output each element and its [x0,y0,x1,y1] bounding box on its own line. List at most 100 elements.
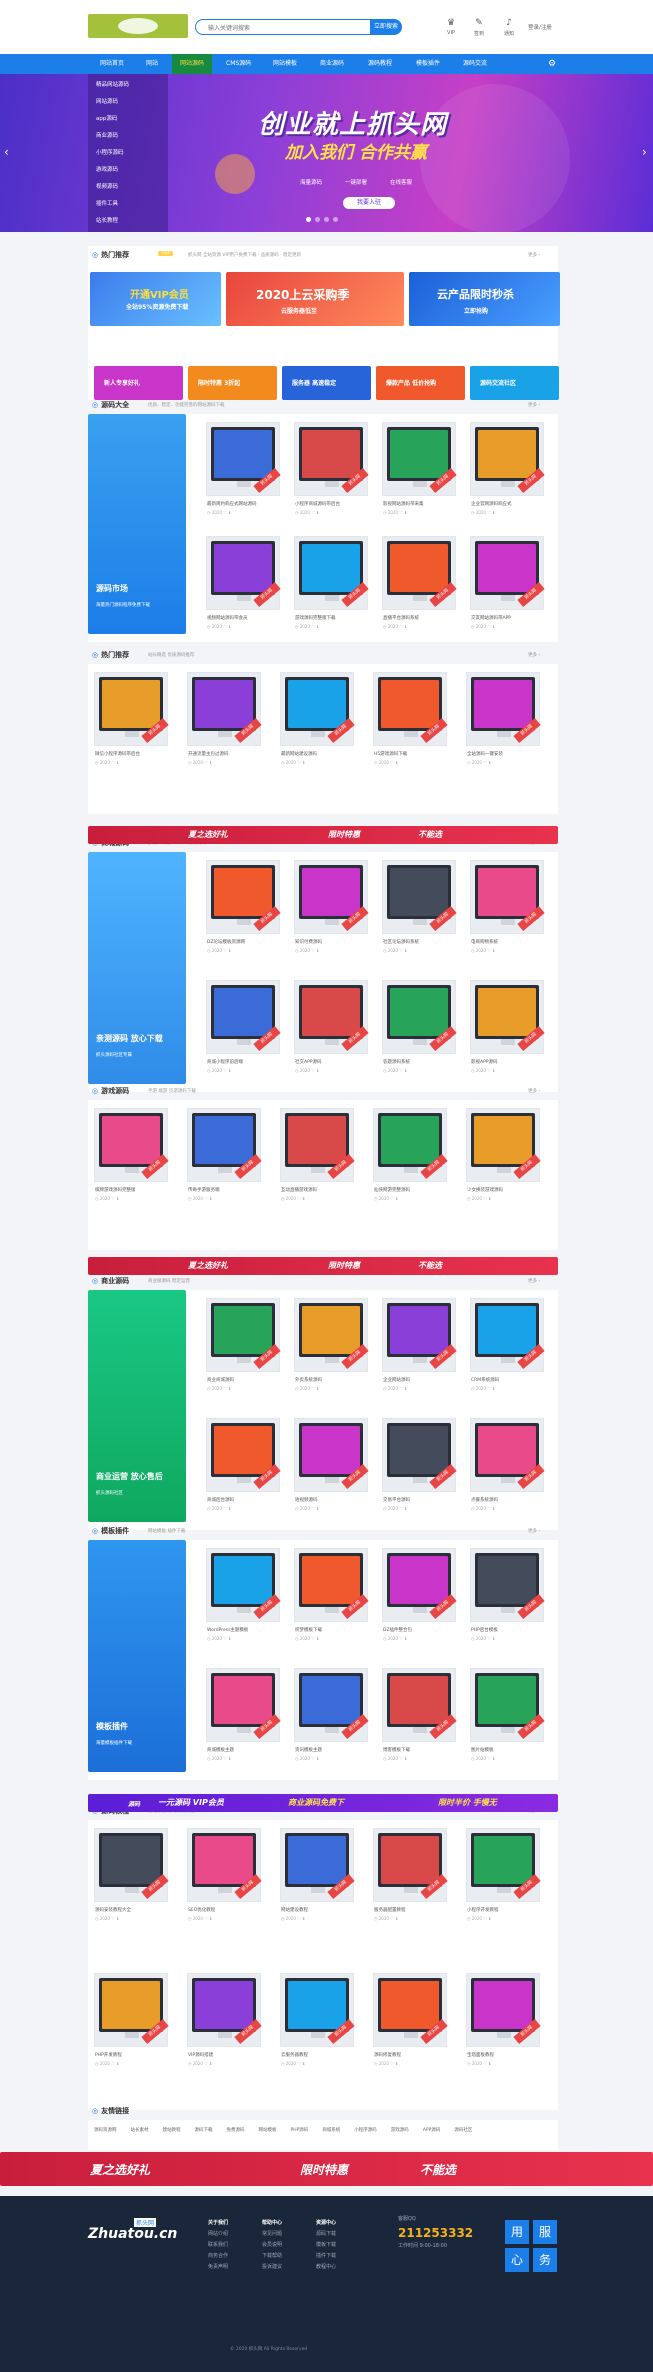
card-title[interactable]: 商城后台源码 [207,1497,281,1503]
card-title[interactable]: 微信小程序源码带后台 [95,751,169,757]
card-title[interactable]: 开通流量主包过源码 [188,751,262,757]
vip-icon[interactable]: ♛ VIP [440,18,462,36]
card-title[interactable]: 短视频源码 [295,1497,369,1503]
card-title[interactable]: WordPress主题模板 [207,1627,281,1633]
product-card[interactable]: 抓头网 全站源码一键安装 ◷ 2020 ♡ ⬇ [466,672,541,765]
link-item[interactable]: PHP源码 [291,2128,309,2133]
card-title[interactable]: CRM系统源码 [471,1377,545,1383]
link-item[interactable]: APP源码 [423,2128,441,2133]
more-link[interactable]: 更多 › [528,252,540,258]
card-title[interactable]: 知识付费源码 [295,939,369,945]
sidebar-item[interactable]: 网站源码 [96,97,118,105]
product-card[interactable]: 抓头网 影视APP源码 ◷ 2020 ♡ ⬇ [470,980,545,1073]
nav-item[interactable]: 模板插件 [408,54,448,74]
tag-icon[interactable]: ✎ 签到 [468,18,490,37]
product-card[interactable]: 抓头网 宝塔面板教程 ◷ 2020 ♡ ⬇ [466,1973,541,2066]
prev-arrow-icon[interactable]: ‹ [4,145,9,159]
product-card[interactable]: 抓头网 DZ插件整合包 ◷ 2020 ♡ ⬇ [382,1548,457,1641]
section-side-banner[interactable]: 亲测源码 放心下载 抓头源码社区专属 [88,852,186,1084]
nav-item[interactable]: 网站 [138,54,166,74]
link-item[interactable]: 源码下载 [195,2128,213,2133]
product-card[interactable]: 抓头网 商城模板主题 ◷ 2020 ♡ ⬇ [206,1668,281,1761]
card-title[interactable]: 图片站模板 [471,1747,545,1753]
card-title[interactable]: 电商购物系统 [471,939,545,945]
product-card[interactable]: 抓头网 小程序开发教程 ◷ 2020 ♡ ⬇ [466,1828,541,1921]
product-card[interactable]: 抓头网 最新简约响应式网站源码 ◷ 2020 ♡ ⬇ [206,422,281,515]
card-title[interactable]: 宝塔面板教程 [467,2052,541,2058]
product-card[interactable]: 抓头网 源码安装教程大全 ◷ 2020 ♡ ⬇ [94,1828,169,1921]
promo-flash[interactable]: 云产品限时秒杀 立即抢购 [409,272,560,326]
product-card[interactable]: 抓头网 资讯模板主题 ◷ 2020 ♡ ⬇ [294,1668,369,1761]
link-item[interactable]: 源码资源网 [94,2128,117,2133]
product-card[interactable]: 抓头网 仙侠网游完整源码 ◷ 2020 ♡ ⬇ [373,1108,448,1201]
slide-dot[interactable] [306,217,311,222]
card-title[interactable]: 云服务器教程 [281,2052,355,2058]
card-title[interactable]: 少女换装游戏源码 [467,1187,541,1193]
card-title[interactable]: 最新网站建设源码 [281,751,355,757]
nav-item[interactable]: 网站首页 [92,54,132,74]
card-title[interactable]: 社区论坛源码系统 [383,939,457,945]
product-card[interactable]: 抓头网 外卖系统源码 ◷ 2020 ♡ ⬇ [294,1298,369,1391]
product-card[interactable]: 抓头网 答题源码系统 ◷ 2020 ♡ ⬇ [382,980,457,1073]
card-title[interactable]: 企业官网源码响应式 [471,501,545,507]
product-card[interactable]: 抓头网 社交APP源码 ◷ 2020 ♡ ⬇ [294,980,369,1073]
product-card[interactable]: 抓头网 棋牌游戏源码完整版 ◷ 2020 ♡ ⬇ [94,1108,169,1201]
product-card[interactable]: 抓头网 商城小程序前后端 ◷ 2020 ♡ ⬇ [206,980,281,1073]
product-card[interactable]: 抓头网 微信小程序源码带后台 ◷ 2020 ♡ ⬇ [94,672,169,765]
card-title[interactable]: SEO优化教程 [188,1907,262,1913]
card-title[interactable]: 视频网站源码带会员 [207,615,281,621]
card-title[interactable]: 传奇手游服务端 [188,1187,262,1193]
nav-item[interactable]: 网站模板 [265,54,305,74]
small-promo[interactable]: 源码交流社区 [470,366,559,400]
nav-item-active[interactable]: 网站源码 [172,54,213,74]
card-title[interactable]: 游戏源码完整版下载 [295,615,369,621]
product-card[interactable]: 抓头网 商城后台源码 ◷ 2020 ♡ ⬇ [206,1418,281,1511]
promo-cloud[interactable]: 2020上云采购季 云服务器低至 [226,272,404,326]
card-title[interactable]: 商城小程序前后端 [207,1059,281,1065]
card-title[interactable]: 小程序商城源码带后台 [295,501,369,507]
card-title[interactable]: 商城模板主题 [207,1747,281,1753]
product-card[interactable]: 抓头网 VIP源码搭建 ◷ 2020 ♡ ⬇ [187,1973,262,2066]
promo-stripe[interactable]: 夏之选好礼 限时特惠 不能选 [88,1257,558,1275]
more-link[interactable]: 更多 › [528,652,540,658]
product-card[interactable]: 抓头网 小程序商城源码带后台 ◷ 2020 ♡ ⬇ [294,422,369,515]
card-title[interactable]: 商业商城源码 [207,1377,281,1383]
card-title[interactable]: 小程序开发教程 [467,1907,541,1913]
bell-icon[interactable]: ♪ 通知 [498,18,520,37]
sidebar-item[interactable]: 插件工具 [96,199,118,207]
sidebar-item[interactable]: 商业源码 [96,131,118,139]
card-title[interactable]: 外卖系统源码 [295,1377,369,1383]
card-title[interactable]: VIP源码搭建 [188,2052,262,2058]
card-title[interactable]: DZ插件整合包 [383,1627,457,1633]
product-card[interactable]: 抓头网 企业网站源码 ◷ 2020 ♡ ⬇ [382,1298,457,1391]
card-title[interactable]: 企业网站源码 [383,1377,457,1383]
nav-item[interactable]: 源码教程 [360,54,400,74]
slide-dot[interactable] [333,217,338,222]
product-card[interactable]: 抓头网 商业商城源码 ◷ 2020 ♡ ⬇ [206,1298,281,1391]
product-card[interactable]: 抓头网 传奇手游服务端 ◷ 2020 ♡ ⬇ [187,1108,262,1201]
more-link[interactable]: 更多 › [528,1278,540,1284]
more-link[interactable]: 更多 › [528,402,540,408]
card-title[interactable]: 棋牌游戏源码完整版 [95,1187,169,1193]
product-card[interactable]: 抓头网 CRM系统源码 ◷ 2020 ♡ ⬇ [470,1298,545,1391]
card-title[interactable]: H5游戏源码下载 [374,751,448,757]
product-card[interactable]: 抓头网 社区论坛源码系统 ◷ 2020 ♡ ⬇ [382,860,457,953]
product-card[interactable]: 抓头网 PHP后台模板 ◷ 2020 ♡ ⬇ [470,1548,545,1641]
card-title[interactable]: 源码安装教程大全 [95,1907,169,1913]
card-title[interactable]: 最新简约响应式网站源码 [207,501,281,507]
sidebar-item[interactable]: 视频源码 [96,182,118,190]
product-card[interactable]: 抓头网 视频网站源码带会员 ◷ 2020 ♡ ⬇ [206,536,281,629]
product-card[interactable]: 抓头网 SEO优化教程 ◷ 2020 ♡ ⬇ [187,1828,262,1921]
product-card[interactable]: 抓头网 游戏源码完整版下载 ◷ 2020 ♡ ⬇ [294,536,369,629]
small-promo[interactable]: 限时特惠 3折起 [188,366,277,400]
link-item[interactable]: 小程序源码 [354,2128,377,2133]
product-card[interactable]: 抓头网 H5游戏源码下载 ◷ 2020 ♡ ⬇ [373,672,448,765]
card-title[interactable]: 答题源码系统 [383,1059,457,1065]
product-card[interactable]: 抓头网 开通流量主包过源码 ◷ 2020 ♡ ⬇ [187,672,262,765]
vip-stripe[interactable]: 源码 一元源码 VIP会员 商业源码免费下 限时半价 手慢无 [88,1794,558,1812]
product-card[interactable]: 抓头网 源码修复教程 ◷ 2020 ♡ ⬇ [373,1973,448,2066]
product-card[interactable]: 抓头网 少女换装游戏源码 ◷ 2020 ♡ ⬇ [466,1108,541,1201]
settings-icon[interactable]: ⚙ [540,54,564,74]
card-title[interactable]: DZ论坛模板资源网 [207,939,281,945]
section-side-banner[interactable]: 模板插件 海量模板插件下载 [88,1540,186,1772]
